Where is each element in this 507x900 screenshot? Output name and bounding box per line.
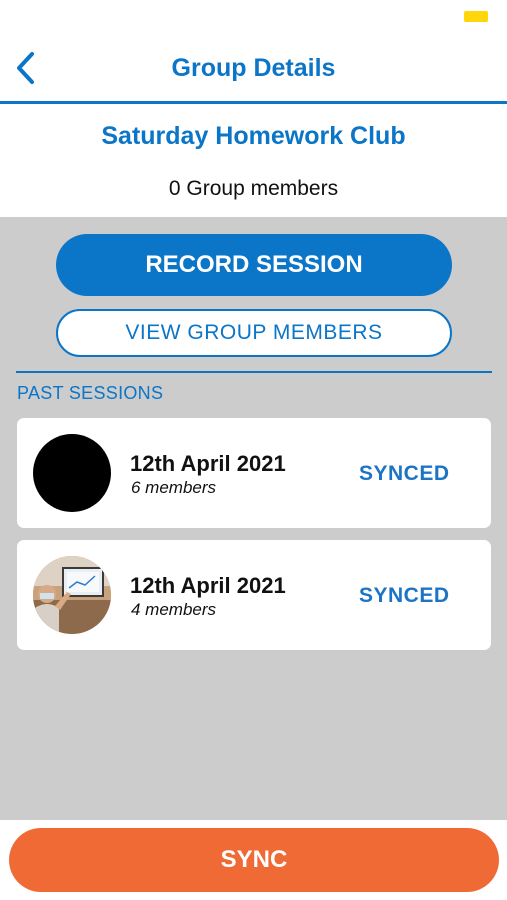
section-divider	[16, 371, 492, 373]
session-date: 12th April 2021	[130, 451, 286, 476]
page-title: Group Details	[171, 54, 336, 82]
past-sessions-title: PAST SESSIONS	[17, 383, 164, 403]
session-avatar	[33, 556, 111, 634]
session-date: 12th April 2021	[130, 573, 286, 598]
session-avatar	[33, 434, 111, 512]
view-group-members-button[interactable]: VIEW GROUP MEMBERS	[56, 309, 452, 357]
navigation-bar: Group Details	[0, 34, 507, 104]
session-member-count: 4 members	[131, 600, 217, 619]
group-header: Saturday Homework Club 0 Group members	[0, 104, 507, 217]
session-sync-status: SYNCED	[359, 462, 450, 485]
battery-icon	[464, 11, 488, 22]
session-sync-status: SYNCED	[359, 584, 450, 607]
session-card[interactable]: 12th April 2021 6 members SYNCED	[17, 418, 491, 528]
session-card[interactable]: 12th April 2021 4 members SYNCED	[17, 540, 491, 650]
session-member-count: 6 members	[131, 478, 217, 497]
group-name: Saturday Homework Club	[101, 122, 406, 150]
sync-button[interactable]: SYNC	[9, 828, 499, 892]
group-member-count: 0 Group members	[168, 177, 339, 200]
session-photo	[33, 556, 111, 634]
record-session-button[interactable]: RECORD SESSION	[56, 234, 452, 296]
status-bar	[0, 0, 507, 34]
